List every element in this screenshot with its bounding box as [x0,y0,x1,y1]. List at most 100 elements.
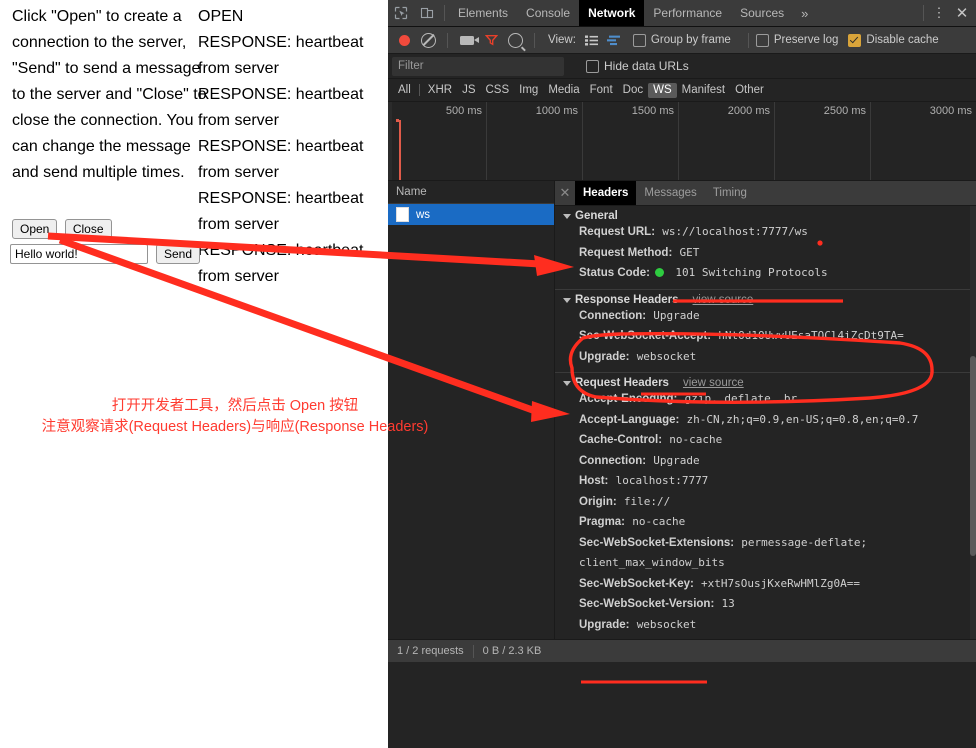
device-toolbar-icon[interactable] [414,0,440,26]
response-view-source-link[interactable]: view source [693,294,754,306]
annotation-line-1: 打开开发者工具，然后点击 Open 按钮 [111,398,359,414]
tab-network[interactable]: Network [579,0,645,26]
search-icon[interactable] [503,28,527,52]
tab-sources[interactable]: Sources [731,0,793,26]
tab-timing[interactable]: Timing [705,181,755,205]
filter-input[interactable]: Filter [392,56,564,76]
details-scrollbar-thumb[interactable] [970,356,976,556]
close-details-icon[interactable]: ✕ [555,185,575,201]
type-divider [418,84,420,96]
header-row: Pragma: no-cache [555,512,976,533]
close-devtools-icon[interactable]: ✕ [950,0,974,26]
tab-messages[interactable]: Messages [636,181,704,205]
req-key-4: Host: [579,475,609,487]
send-row: Send [10,244,203,264]
req-val-0: gzip, deflate, br [684,392,798,405]
overview-tick-2: 1500 ms [631,105,674,117]
overview-cell-2: 1500 ms [582,102,679,180]
type-filter-js[interactable]: JS [457,83,480,98]
section-general-title[interactable]: General [555,210,976,222]
table-row[interactable]: ws [388,204,554,225]
req-val-9: 13 [721,597,735,610]
request-details-pane: ✕ Headers Messages Timing General Reques… [555,181,976,639]
req-val-8: +xtH7sOusjKxeRwHMlZg0A== [701,576,860,590]
message-input[interactable] [10,244,148,264]
type-filter-all[interactable]: All [393,83,416,98]
log-line-2: RESPONSE: heartbeat from server [198,86,364,129]
details-scrollbar[interactable] [970,206,976,639]
req-key-3: Connection: [579,454,647,467]
overview-tick-4: 2500 ms [823,105,866,117]
log-line-3: RESPONSE: heartbeat from server [198,138,364,181]
send-button[interactable]: Send [156,244,201,264]
list-view-icon[interactable] [581,28,603,52]
network-status-bar: 1 / 2 requests 0 B / 2.3 KB [388,639,976,662]
tab-elements[interactable]: Elements [449,0,517,26]
header-row: Sec-WebSocket-Key: +xtH7sOusjKxeRwHMlZg0… [555,574,976,595]
general-val-1: GET [679,245,700,259]
type-filter-manifest[interactable]: Manifest [677,83,730,98]
type-filter-ws[interactable]: WS [648,82,677,98]
tab-performance[interactable]: Performance [644,0,731,26]
close-button[interactable]: Close [64,219,112,239]
group-by-frame-checkbox[interactable]: Group by frame [632,33,731,47]
general-val-0: ws://localhost:7777/ws [662,225,808,238]
header-row: Connection: Upgrade [555,451,976,472]
tab-console[interactable]: Console [517,0,579,26]
req-key-1: Accept-Language: [579,413,680,426]
section-request-headers: Request Headers view source Accept-Encod… [555,373,976,639]
more-tabs-icon[interactable]: » [793,6,816,21]
general-title-label: General [575,210,618,222]
waterfall-view-icon[interactable] [603,28,625,52]
type-filter-other[interactable]: Other [730,83,769,98]
network-split-pane: Name ws ✕ Headers Messages Timing Genera… [388,181,976,639]
kebab-menu-icon[interactable]: ⋮ [928,0,950,26]
req-val-10: websocket [636,617,697,631]
section-request-headers-title[interactable]: Request Headers view source [555,377,976,389]
toolbar-divider-3 [747,32,749,48]
resp-val-1: hNtOd1OUwvUEsaTOCl4iZcDt9TA= [718,329,904,342]
camera-icon[interactable] [455,28,479,52]
hide-data-urls-label: Hide data URLs [604,59,689,73]
type-filter-xhr[interactable]: XHR [423,83,457,98]
preserve-log-checkbox[interactable]: Preserve log [755,33,838,47]
req-val-4: localhost:7777 [615,474,709,487]
type-filter-img[interactable]: Img [514,83,543,98]
record-icon[interactable] [392,28,416,52]
section-response-headers-title[interactable]: Response Headers view source [555,294,976,306]
type-filter-media[interactable]: Media [543,83,584,98]
type-filter-css[interactable]: CSS [480,83,514,98]
tab-headers[interactable]: Headers [575,181,637,205]
header-row: Accept-Language: zh-CN,zh;q=0.9,en-US;q=… [555,410,976,431]
hide-data-urls-checkbox[interactable]: Hide data URLs [586,59,689,73]
log-line-5: RESPONSE: heartbeat from server [198,242,364,285]
header-row: Upgrade: websocket [555,347,976,368]
resp-key-2: Upgrade: [579,350,630,363]
devtools-tabbar: Elements Console Network Performance Sou… [388,0,976,27]
clear-icon[interactable] [416,28,440,52]
chevron-down-icon [563,381,571,386]
funnel-icon[interactable] [479,28,503,52]
resp-key-1: Sec-WebSocket-Accept: [579,330,712,342]
network-overview-timeline[interactable]: 500 ms 1000 ms 1500 ms 2000 ms 2500 ms 3… [388,102,976,181]
inspect-element-icon[interactable] [388,0,414,26]
log-line-4: RESPONSE: heartbeat from server [198,190,364,233]
disable-cache-checkbox[interactable]: Disable cache [848,33,939,47]
request-view-source-link[interactable]: view source [683,377,744,389]
toolbar-divider-2 [534,32,535,48]
resp-key-0: Connection: [579,309,647,322]
type-filter-font[interactable]: Font [585,83,618,98]
request-list-header-name[interactable]: Name [388,181,554,204]
req-val-5: file:// [623,494,671,508]
screenshot-root: Click "Open" to create a connection to t… [0,0,976,748]
type-filter-doc[interactable]: Doc [618,83,648,98]
req-key-5: Origin: [579,495,617,508]
overview-cell-5: 3000 ms [870,102,976,180]
req-key-0: Accept-Encoding: [579,393,678,405]
disable-cache-box [848,33,862,47]
overview-request-bar [399,120,401,180]
req-val-6: no-cache [632,515,686,528]
req-val-3: Upgrade [653,453,700,467]
overview-tick-0: 500 ms [445,105,482,117]
open-button[interactable]: Open [12,219,58,239]
